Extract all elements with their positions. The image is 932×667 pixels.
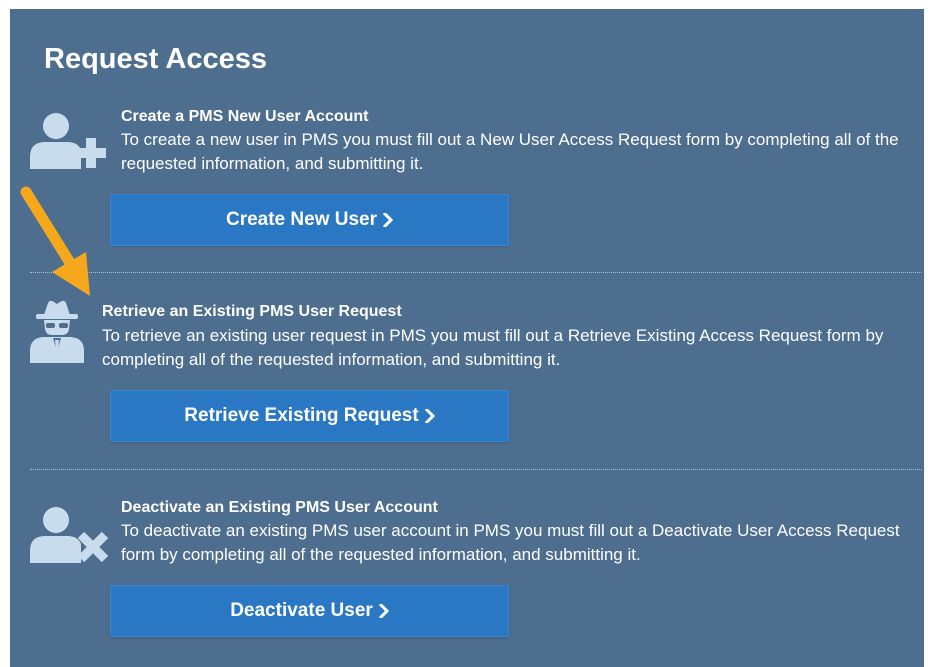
section-heading-deactivate: Deactivate an Existing PMS User Account xyxy=(121,499,438,516)
section-desc-deactivate: To deactivate an existing PMS user accou… xyxy=(121,521,900,564)
pointer-arrow-icon xyxy=(6,180,106,320)
section-desc-retrieve: To retrieve an existing user request in … xyxy=(102,326,884,369)
retrieve-existing-request-button[interactable]: Retrieve Existing Request xyxy=(110,390,509,442)
deactivate-user-label: Deactivate User xyxy=(230,600,373,621)
section-desc-create: To create a new user in PMS you must fil… xyxy=(121,130,899,173)
page-title: Request Access xyxy=(44,43,267,75)
user-remove-icon xyxy=(26,499,112,563)
chevron-right-icon xyxy=(424,409,435,423)
retrieve-existing-request-label: Retrieve Existing Request xyxy=(184,405,419,426)
chevron-right-icon xyxy=(383,213,394,227)
request-access-panel: Request Access Create a PMS New User Acc… xyxy=(10,9,924,667)
create-new-user-button[interactable]: Create New User xyxy=(110,194,509,246)
section-divider xyxy=(30,272,922,273)
user-add-icon xyxy=(26,105,112,169)
section-heading-create: Create a PMS New User Account xyxy=(121,108,369,125)
create-new-user-label: Create New User xyxy=(225,209,378,230)
deactivate-user-button[interactable]: Deactivate User xyxy=(110,585,509,637)
section-heading-retrieve: Retrieve an Existing PMS User Request xyxy=(102,303,402,320)
section-divider xyxy=(30,469,922,470)
chevron-right-icon xyxy=(378,604,389,618)
